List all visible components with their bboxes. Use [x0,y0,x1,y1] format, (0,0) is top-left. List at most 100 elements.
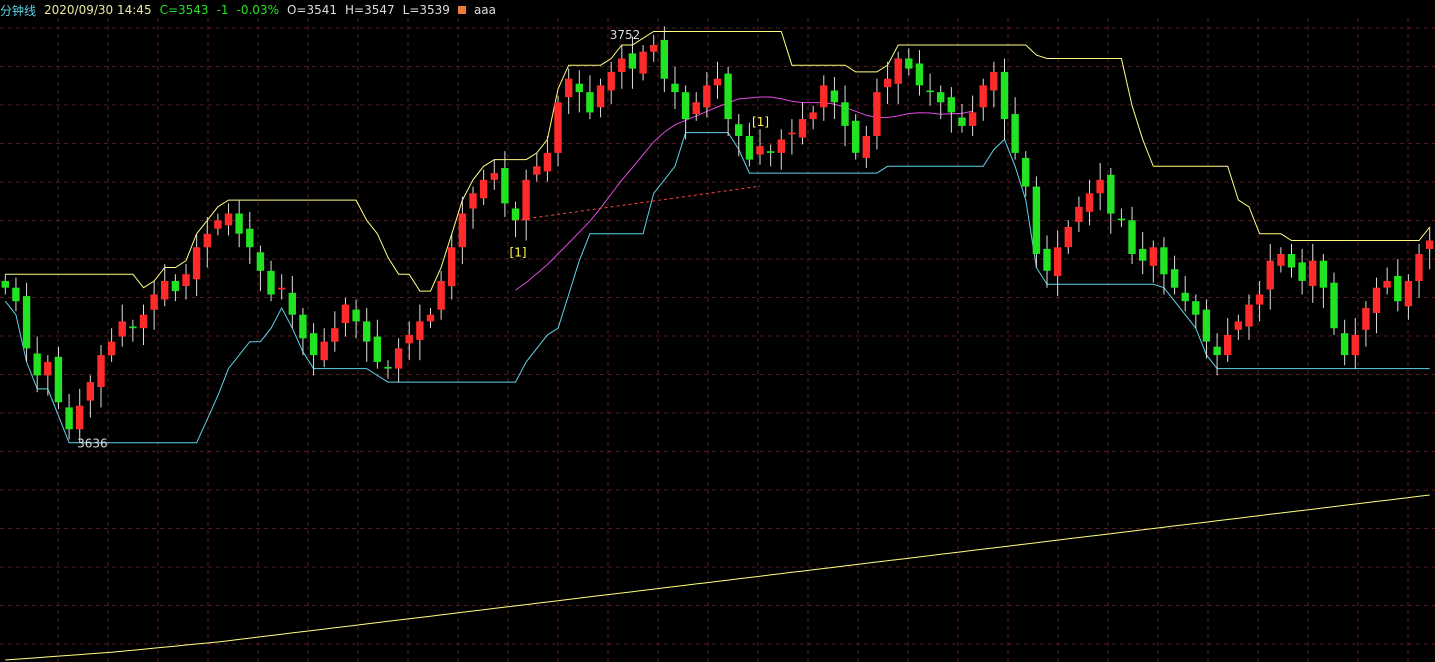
candle-down [1000,71,1009,120]
candle-down [1181,292,1189,302]
candle-down [947,97,955,113]
candle-down [905,58,913,69]
candle-up [703,85,711,108]
candle-up [650,45,658,52]
candle-up [554,102,562,153]
candle-down [766,151,775,153]
candle-up [1266,260,1274,290]
candle-up [596,85,605,108]
candle-up [1404,281,1413,307]
candle-down [129,326,137,329]
candle-up [1085,193,1094,212]
candle-up [607,71,615,91]
candle-down [1192,301,1200,315]
candle-down [1128,220,1136,254]
candle-down [628,53,637,69]
candle-up [639,51,647,74]
candle-up [107,341,116,356]
candle-up [533,166,541,175]
candle-down [22,296,31,349]
candle-up [426,314,435,322]
candle-down [267,270,275,295]
candle-up [331,328,339,342]
candle-down [246,228,254,248]
candle-up [139,314,148,329]
candle-down [384,366,392,369]
candle-down [1043,248,1051,271]
candle-up [1224,334,1232,356]
candle-down [511,208,520,221]
candle-down [1213,346,1221,356]
candle-down [33,353,41,376]
candle-up [490,173,498,180]
candle-down [299,314,307,339]
candle-down [235,213,243,234]
candle-down [256,252,265,271]
candle-up [820,85,828,108]
candle-down [1170,269,1179,288]
candle-up [543,152,552,172]
candlestick-chart[interactable]: 3752 3636 [1] [1] [0,0,1435,662]
candle-up [1277,254,1285,266]
candle-up [1372,287,1381,313]
candle-up [437,281,445,310]
candle-up [1245,304,1253,327]
candle-down [363,321,371,342]
candle-up [1426,240,1434,249]
candle-up [798,119,807,138]
candle-down [735,124,743,136]
candle-down [1160,247,1168,275]
candle-up [405,334,413,344]
candle-up [1064,227,1072,248]
candle-up [448,247,456,287]
candle-down [288,292,296,315]
signal-connector [515,185,761,221]
candle-down [724,73,732,120]
candle-up [894,58,902,84]
candle-down [1298,262,1306,281]
lower-band-line [4,132,1430,444]
candle-up [809,112,817,120]
candle-down [575,83,583,93]
candle-down [501,168,509,204]
candle-down [373,336,381,362]
volume-indicator-line [5,494,1430,661]
candle-up [416,321,424,340]
candle-up [618,58,626,72]
candle-down [1,281,10,288]
candle-up [565,78,573,98]
candle-down [1330,282,1338,329]
candle-up [873,92,881,136]
candle-up [756,146,764,155]
candle-down [586,92,594,113]
candle-down [745,136,754,160]
candle-up [990,71,998,91]
candle-down [937,92,945,103]
candle-down [671,83,679,93]
candle-down [926,90,934,93]
candle-up [1234,321,1242,330]
candle-up [161,281,169,300]
candle-up [278,287,286,290]
candle-down [171,281,180,292]
candle-down [54,356,63,403]
candle-down [352,309,360,322]
candle-up [203,233,211,248]
candle-down [1022,157,1030,187]
candle-up [150,294,158,310]
candle-up [97,355,105,388]
max-price-label: 3752 [610,28,641,42]
candle-down [681,92,690,120]
candle-down [958,117,966,126]
candle-down [1340,333,1349,356]
candle-down [915,63,924,86]
candle-down [65,407,73,430]
candle-down [1394,275,1402,302]
candle-up [341,304,350,324]
candle-up [118,321,126,337]
candle-up [979,85,987,108]
candle-down [1319,260,1328,288]
candle-up [1096,179,1104,194]
candle-up [1053,247,1062,276]
candle-up [458,213,467,248]
